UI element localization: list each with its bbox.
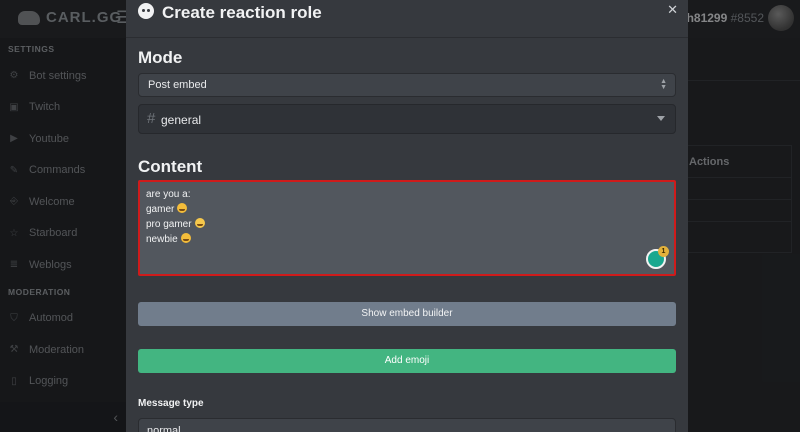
add-emoji-button[interactable]: Add emoji: [138, 349, 676, 373]
message-type-select-value: normal: [147, 425, 181, 432]
mode-heading: Mode: [138, 48, 183, 67]
content-heading: Content: [138, 157, 203, 176]
channel-select[interactable]: # general: [138, 104, 676, 134]
message-type-label: Message type: [138, 398, 204, 409]
hash-icon: #: [147, 110, 156, 127]
content-line: pro gamer: [146, 217, 668, 232]
create-reaction-role-modal: Create reaction role ✕ Mode Post embed ▲…: [126, 0, 688, 432]
content-line: newbie: [146, 232, 668, 247]
smirk-emoji-icon: [194, 218, 205, 228]
grin-emoji-icon: [177, 203, 188, 213]
grammarly-icon[interactable]: 1: [646, 246, 669, 269]
content-line: are you a:: [146, 189, 191, 200]
chevron-down-icon: [657, 116, 665, 121]
show-embed-builder-button[interactable]: Show embed builder: [138, 302, 676, 326]
close-icon[interactable]: ✕: [667, 2, 678, 18]
message-type-select[interactable]: normal: [138, 418, 676, 432]
grammarly-badge: 1: [658, 246, 669, 257]
sweat-smile-emoji-icon: [180, 233, 191, 243]
mode-select-value: Post embed: [148, 79, 207, 91]
modal-header: Create reaction role ✕: [126, 0, 688, 38]
mode-select[interactable]: Post embed ▲ ▼: [138, 73, 676, 97]
content-line: gamer: [146, 202, 668, 217]
channel-select-value: general: [161, 113, 202, 127]
content-textarea[interactable]: are you a: gamer pro gamer newbie 1: [138, 180, 676, 276]
modal-title: Create reaction role: [162, 3, 322, 22]
sort-arrows-icon: ▲ ▼: [660, 78, 667, 91]
smiley-icon: [138, 3, 154, 19]
